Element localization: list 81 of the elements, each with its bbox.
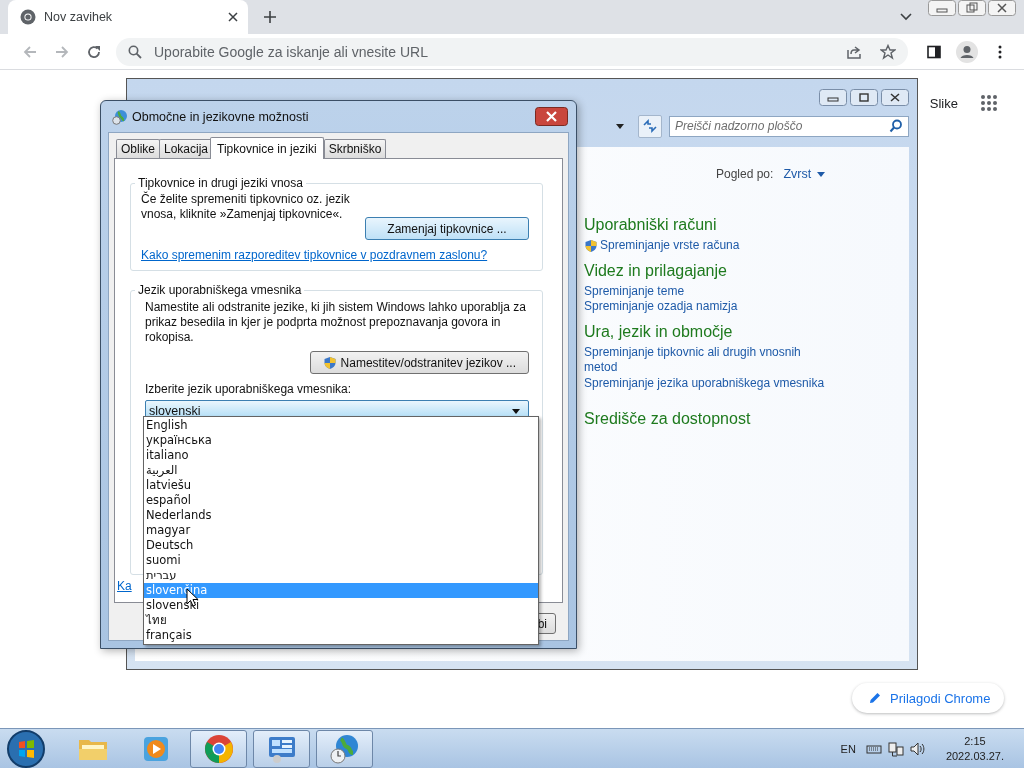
tab-title: Nov zavihek (44, 10, 114, 24)
task-link[interactable]: Spreminjanje tipkovnic ali drugih vnosnih metod (584, 344, 834, 376)
shield-icon (322, 355, 337, 370)
close-button[interactable] (881, 88, 909, 106)
tab[interactable]: Skrbniško (323, 139, 387, 158)
clock[interactable]: 2:15 2022.03.27. (945, 733, 1004, 764)
dropdown-arrow-icon (512, 408, 520, 414)
close-tab-icon[interactable] (228, 12, 238, 22)
dropdown-option[interactable]: magyar (144, 523, 538, 538)
tab-search-chevron-icon[interactable] (900, 13, 912, 21)
group-title: Jezik uporabniškega vmesnika (137, 283, 303, 297)
close-button[interactable] (988, 0, 1016, 16)
category-title[interactable]: Uporabniški računi (584, 215, 909, 235)
dropdown-option[interactable]: українська (144, 433, 538, 448)
language-indicator[interactable]: EN (840, 742, 856, 755)
taskbar-button[interactable] (316, 729, 373, 768)
search-icon (128, 44, 142, 59)
dropdown-option[interactable]: العربية (144, 463, 538, 478)
category-title[interactable]: Ura, jezik in območje (584, 321, 909, 342)
maximize-button[interactable] (850, 88, 878, 106)
close-button[interactable] (535, 107, 568, 126)
refresh-icon (643, 119, 657, 133)
dropdown-option[interactable]: Deutsch (144, 538, 538, 553)
images-link[interactable]: Slike (929, 95, 958, 111)
start-button[interactable] (6, 728, 46, 768)
reload-icon[interactable] (86, 43, 102, 60)
globe-clock-icon (328, 732, 361, 765)
tab[interactable]: Tipkovnice in jeziki (210, 137, 324, 159)
dropdown-option[interactable]: español (144, 493, 538, 508)
group-title: Tipkovnice in drugi jeziki vnosa (137, 176, 304, 190)
taskbar-button[interactable] (253, 729, 310, 768)
new-tab-icon[interactable] (263, 10, 277, 24)
apps-grid-icon[interactable] (980, 94, 998, 112)
refresh-button[interactable] (638, 114, 662, 138)
view-by-dropdown[interactable]: Zvrst (783, 167, 812, 181)
dialog-title: Območne in jezikovne možnosti (132, 109, 310, 124)
minimize-button[interactable] (819, 88, 847, 106)
dropdown-option[interactable]: ไทย (144, 613, 538, 628)
help-link[interactable]: Ka (117, 579, 132, 593)
minimize-button[interactable] (928, 0, 956, 16)
tab[interactable]: Oblike (116, 139, 160, 158)
dropdown-option[interactable]: suomi (144, 553, 538, 568)
change-keyboards-button[interactable]: Zamenjaj tipkovnice ... (365, 217, 529, 240)
task-link[interactable]: Spreminjanje vrste računa (600, 238, 740, 254)
customize-chrome-button[interactable]: Prilagodi Chrome (852, 683, 1005, 713)
restore-button[interactable] (958, 0, 986, 16)
profile-icon[interactable] (956, 40, 978, 63)
dropdown-arrow-icon[interactable] (616, 123, 624, 129)
network-icon[interactable] (887, 740, 904, 757)
dropdown-option[interactable]: français (144, 628, 538, 643)
volume-icon[interactable] (909, 740, 926, 757)
task-link[interactable]: Spreminjanje jezika uporabniškega vmesnika (584, 375, 825, 391)
chrome-logo-icon (20, 9, 36, 25)
description-text: Namestite ali odstranite jezike, ki jih sistem Windows lahko uporablja za prikaz besedila in kjer je podprta možnost prepoznavanja govora in rokopisa. (145, 300, 527, 345)
share-icon[interactable] (846, 43, 862, 60)
dropdown-option[interactable]: latviešu (144, 478, 538, 493)
address-bar[interactable]: Uporabite Google za iskanje ali vnesite URL (116, 37, 908, 66)
dropdown-option[interactable]: slovenski (144, 598, 538, 613)
view-by-label: Pogled po: (716, 167, 774, 181)
star-icon[interactable] (880, 43, 896, 60)
help-link[interactable]: Kako spremenim razporeditev tipkovnice v pozdravnem zaslonu? (141, 248, 488, 262)
side-panel-icon[interactable] (926, 43, 942, 60)
description-text: Če želite spremeniti tipkovnico oz. jezik vnosa, kliknite »Zamenjaj tipkovnice«. (141, 192, 351, 222)
chrome-logo-icon (202, 732, 235, 765)
dropdown-option[interactable]: עברית (144, 568, 538, 583)
globe-icon (112, 108, 128, 125)
search-icon (889, 119, 903, 133)
address-field[interactable]: Uporabite Google za iskanje ali vnesite URL (152, 42, 836, 61)
browser-tab[interactable]: Nov zavihek (8, 0, 248, 34)
task-link[interactable]: Spreminjanje teme (584, 283, 685, 299)
dropdown-option[interactable]: Nederlands (144, 508, 538, 523)
category-title[interactable]: Videz in prilagajanje (584, 260, 909, 281)
field-label: Izberite jezik uporabniškega vmesnika: (145, 382, 353, 396)
category-title[interactable]: Središče za dostopnost (584, 409, 909, 429)
task-link[interactable]: Spreminjanje ozadja namizja (584, 299, 738, 315)
install-languages-button[interactable]: Namestitev/odstranitev jezikov ... (309, 351, 529, 374)
pencil-icon (868, 691, 882, 705)
taskbar-button[interactable] (190, 729, 247, 768)
dropdown-arrow-icon[interactable] (817, 171, 826, 177)
search-box[interactable]: Preišči nadzorno ploščo (669, 115, 909, 137)
dropdown-option[interactable]: italiano (144, 448, 538, 463)
